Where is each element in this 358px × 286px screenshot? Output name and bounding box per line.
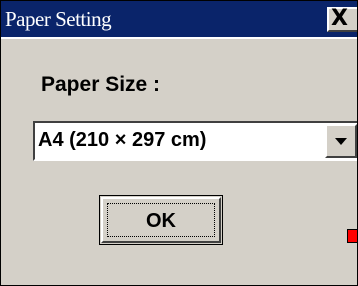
window-title: Paper Setting bbox=[5, 7, 112, 31]
title-bar[interactable]: Paper Setting X bbox=[1, 1, 357, 39]
ok-button-label: OK bbox=[146, 210, 176, 232]
paper-size-value: A4 (210 × 297 cm) bbox=[38, 129, 207, 151]
dropdown-arrow-button[interactable] bbox=[325, 124, 357, 158]
chevron-down-icon bbox=[335, 138, 347, 145]
close-button[interactable]: X bbox=[327, 6, 357, 32]
paper-setting-dialog: Paper Setting X Paper Size : A4 (210 × 2… bbox=[0, 0, 358, 286]
red-indicator bbox=[347, 229, 357, 243]
close-icon: X bbox=[331, 6, 348, 31]
paper-size-dropdown[interactable]: A4 (210 × 297 cm) bbox=[33, 121, 357, 161]
ok-button-bevel: OK bbox=[101, 197, 221, 243]
ok-button[interactable]: OK bbox=[99, 195, 223, 245]
paper-size-label: Paper Size : bbox=[41, 73, 161, 96]
